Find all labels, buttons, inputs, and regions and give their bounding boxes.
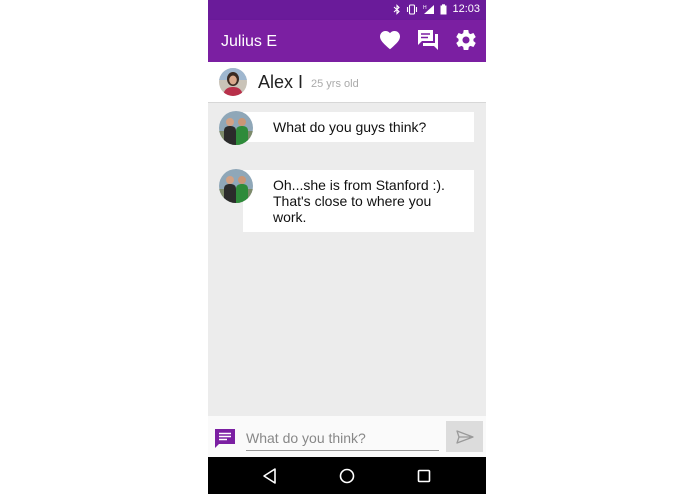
heart-icon[interactable]	[378, 28, 402, 52]
home-icon[interactable]	[337, 466, 357, 486]
battery-icon	[440, 3, 447, 14]
send-icon	[455, 429, 474, 444]
status-bar: H 12:03	[208, 0, 486, 20]
back-icon[interactable]	[260, 466, 280, 486]
navigation-bar	[208, 457, 486, 494]
app-title: Julius E	[221, 33, 278, 50]
chat-icon[interactable]	[416, 28, 440, 52]
recents-icon[interactable]	[414, 466, 434, 486]
gear-icon[interactable]	[454, 28, 478, 52]
signal-icon: H	[423, 4, 435, 14]
sender-avatar[interactable]	[219, 169, 253, 203]
send-button[interactable]	[446, 421, 483, 452]
profile-header[interactable]: Alex I 25 yrs old	[208, 62, 486, 103]
status-time: 12:03	[452, 3, 480, 15]
profile-name: Alex I	[258, 72, 304, 92]
vibrate-icon	[407, 3, 418, 15]
message-bubble: Oh...she is from Stanford :). That's clo…	[243, 170, 474, 232]
sender-avatar[interactable]	[219, 111, 253, 145]
bluetooth-icon	[394, 3, 401, 15]
message-composer	[208, 416, 486, 457]
svg-text:H: H	[423, 5, 427, 11]
message-input[interactable]	[246, 426, 439, 451]
message-icon	[215, 429, 235, 448]
phone-screen: H 12:03 Julius E Alex I 25 yrs old What …	[208, 0, 486, 494]
message-bubble: What do you guys think?	[243, 112, 474, 142]
app-bar: Julius E	[208, 20, 486, 62]
profile-avatar[interactable]	[219, 68, 247, 96]
profile-age: 25 yrs old	[311, 78, 359, 90]
